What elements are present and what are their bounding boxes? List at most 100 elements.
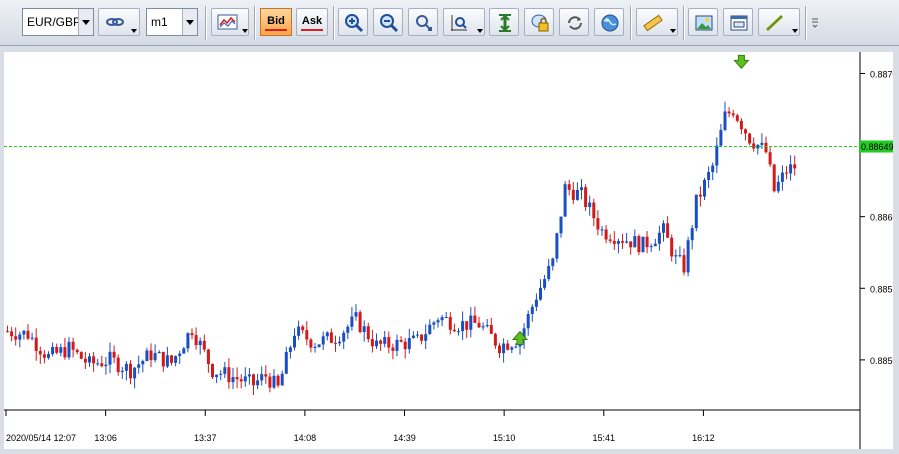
candle-body xyxy=(735,115,739,121)
candle-body xyxy=(411,335,415,339)
candle-body xyxy=(698,194,702,197)
candle-body xyxy=(215,374,219,378)
candle-body xyxy=(506,343,510,350)
candle-body xyxy=(26,330,30,339)
ask-button[interactable]: Ask xyxy=(296,8,328,36)
candle-body xyxy=(293,335,296,348)
candle-body xyxy=(247,374,251,377)
zoom-in-button[interactable] xyxy=(338,8,368,36)
zoom-fit-button[interactable] xyxy=(443,8,485,36)
chevron-down-icon xyxy=(131,29,137,33)
zoom-out-icon xyxy=(380,14,399,33)
candle-body xyxy=(47,354,50,358)
candle-body xyxy=(428,324,432,335)
ask-label: Ask xyxy=(301,13,323,31)
candle-body xyxy=(206,349,210,365)
toolbar-overflow-button[interactable] xyxy=(810,8,820,36)
candle-body xyxy=(219,373,223,375)
candle-body xyxy=(477,322,481,328)
candle-body xyxy=(768,152,772,165)
candle-body xyxy=(514,346,518,348)
pan-button[interactable] xyxy=(408,8,438,36)
candle-body xyxy=(588,202,592,208)
candle-body xyxy=(621,241,624,243)
candle-body xyxy=(600,229,604,231)
candle-body xyxy=(92,356,96,364)
price-chart[interactable]: 0.8870 0.8860 0.8855 0.8850 2020/05/14 12:0… xyxy=(4,52,898,449)
screenshot-button[interactable] xyxy=(688,8,718,36)
ruler-button[interactable] xyxy=(636,8,678,36)
candle-body xyxy=(129,363,132,379)
chart-type-icon xyxy=(217,14,238,30)
image-icon xyxy=(695,15,713,31)
candle-body xyxy=(34,337,38,352)
time-tick-label: 14:08 xyxy=(294,433,317,443)
candle-body xyxy=(256,380,260,386)
link-chart-button[interactable] xyxy=(98,8,140,36)
candle-body xyxy=(38,351,42,355)
price-tick-label: 0.8870 xyxy=(870,69,893,79)
candle-body xyxy=(288,347,292,352)
symbol-select[interactable]: EUR/GBP xyxy=(22,8,94,36)
candle-body xyxy=(243,376,247,382)
auto-scale-button[interactable] xyxy=(489,8,519,36)
time-tick-label: 13:37 xyxy=(194,433,217,443)
chevron-down-icon xyxy=(78,9,93,35)
candle-body xyxy=(424,334,428,341)
candle-body xyxy=(227,367,231,383)
candle-body xyxy=(198,340,202,346)
overflow-icon xyxy=(812,18,818,28)
plot-area xyxy=(4,52,860,410)
candle-body xyxy=(211,364,214,378)
candle-body xyxy=(133,367,137,379)
web-button[interactable] xyxy=(594,8,624,36)
candle-body xyxy=(530,306,534,314)
candle-body xyxy=(723,111,727,130)
candle-body xyxy=(354,312,358,317)
candle-body xyxy=(489,324,493,334)
candle-body xyxy=(616,241,620,244)
candle-body xyxy=(165,355,169,367)
separator xyxy=(333,6,334,40)
candle-body xyxy=(711,165,715,173)
candle-body xyxy=(555,233,559,259)
candle-body xyxy=(120,370,124,373)
candle-body xyxy=(18,334,22,340)
timeframe-value: m1 xyxy=(151,15,168,29)
candle-body xyxy=(383,337,387,344)
candle-body xyxy=(116,357,120,373)
chevron-down-icon xyxy=(242,29,248,33)
candle-body xyxy=(461,321,465,332)
chart-panel[interactable]: 0.8870 0.8860 0.8855 0.8850 2020/05/14 12:0… xyxy=(4,52,898,449)
candle-body xyxy=(703,179,706,197)
symbol-value: EUR/GBP xyxy=(27,15,82,29)
candle-body xyxy=(452,329,456,332)
globe-icon xyxy=(601,14,619,32)
candle-body xyxy=(403,341,407,350)
candle-body xyxy=(321,336,325,345)
candle-body xyxy=(338,341,342,344)
bid-button[interactable]: Bid xyxy=(260,8,292,36)
zoom-fit-icon xyxy=(451,15,467,31)
candle-body xyxy=(563,184,567,217)
candle-body xyxy=(325,332,329,337)
candle-body xyxy=(59,347,63,353)
lock-chart-button[interactable] xyxy=(524,8,554,36)
candle-body xyxy=(493,333,497,346)
separator xyxy=(683,6,684,40)
candle-body xyxy=(108,351,112,365)
timeframe-select[interactable]: m1 xyxy=(146,8,198,36)
candle-body xyxy=(71,341,75,350)
candle-body xyxy=(366,326,370,340)
candle-body xyxy=(10,331,14,337)
refresh-button[interactable] xyxy=(559,8,589,36)
candle-body xyxy=(694,194,698,229)
price-tick-label: 0.8860 xyxy=(870,213,893,223)
zoom-out-button[interactable] xyxy=(373,8,403,36)
chart-type-button[interactable] xyxy=(211,8,249,36)
candle-body xyxy=(141,360,145,365)
print-button[interactable] xyxy=(723,8,753,36)
drawing-tools-button[interactable] xyxy=(758,8,800,36)
candle-body xyxy=(789,164,793,174)
candle-body xyxy=(358,312,362,333)
